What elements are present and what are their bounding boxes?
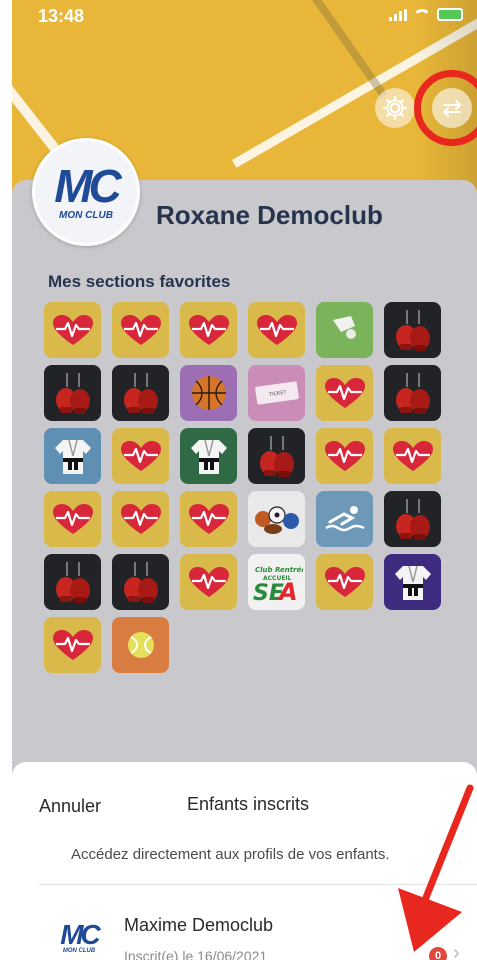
section-tile[interactable] bbox=[316, 554, 373, 610]
boxing-gloves-icon bbox=[257, 434, 297, 478]
section-tile[interactable] bbox=[316, 302, 373, 358]
boxing-gloves-icon bbox=[121, 371, 161, 415]
section-tile[interactable] bbox=[112, 302, 169, 358]
section-tile[interactable] bbox=[44, 554, 101, 610]
section-tile[interactable] bbox=[180, 428, 237, 484]
section-tile[interactable] bbox=[248, 491, 305, 547]
user-name: Roxane Democlub bbox=[156, 200, 383, 230]
child-registration-date: Inscrit(e) le 16/06/2021 bbox=[124, 948, 268, 960]
sports-balls-icon bbox=[251, 501, 303, 537]
section-tile[interactable]: Club Rentrée ACCUEIL SE A bbox=[248, 554, 305, 610]
status-time: 13:48 bbox=[38, 6, 85, 26]
child-logo-text: MON CLUB bbox=[62, 948, 96, 954]
status-bar: 13:48 bbox=[12, 0, 477, 30]
settings-button[interactable] bbox=[375, 88, 415, 128]
gear-icon bbox=[382, 95, 408, 121]
section-tile[interactable] bbox=[384, 554, 441, 610]
section-tile[interactable] bbox=[180, 491, 237, 547]
heart-icon bbox=[188, 503, 230, 535]
boxing-gloves-icon bbox=[393, 308, 433, 352]
favorites-title: Mes sections favorites bbox=[48, 272, 231, 291]
club-logo-text: MON CLUB bbox=[59, 209, 113, 221]
heart-icon bbox=[256, 314, 298, 346]
sheet-description: Accédez directement aux profils de vos e… bbox=[71, 846, 390, 863]
heart-icon bbox=[324, 377, 366, 409]
section-tile[interactable] bbox=[316, 365, 373, 421]
section-tile[interactable] bbox=[112, 428, 169, 484]
ticket-icon: TICKET bbox=[254, 381, 300, 405]
heart-icon bbox=[324, 440, 366, 472]
section-tile[interactable]: TICKET bbox=[248, 365, 305, 421]
tennis-ball-icon bbox=[125, 629, 157, 661]
cancel-button[interactable]: Annuler bbox=[39, 796, 101, 817]
section-tile[interactable] bbox=[384, 428, 441, 484]
section-tile[interactable] bbox=[112, 491, 169, 547]
heart-icon bbox=[120, 440, 162, 472]
favorites-grid: TICKET Club Rentrée ACCUEIL SE A bbox=[44, 302, 449, 673]
judo-gi-icon bbox=[393, 562, 433, 602]
status-icons bbox=[389, 8, 463, 21]
sheet-title: Enfants inscrits bbox=[187, 794, 310, 814]
section-tile[interactable] bbox=[384, 365, 441, 421]
heart-icon bbox=[188, 566, 230, 598]
app-screen: 13:48 MC MON CLUB Roxane Democlub Mes se… bbox=[0, 0, 477, 960]
boxing-gloves-icon bbox=[53, 371, 93, 415]
heart-icon bbox=[120, 314, 162, 346]
heart-icon bbox=[392, 440, 434, 472]
child-club-logo: MC MON CLUB bbox=[51, 919, 107, 960]
club-logo: MC MON CLUB bbox=[32, 138, 140, 246]
section-tile[interactable] bbox=[44, 428, 101, 484]
judo-gi-icon bbox=[189, 436, 229, 476]
boxing-gloves-icon bbox=[393, 371, 433, 415]
battery-icon bbox=[437, 8, 463, 21]
section-tile[interactable] bbox=[316, 491, 373, 547]
section-tile[interactable] bbox=[44, 302, 101, 358]
boxing-gloves-icon bbox=[393, 497, 433, 541]
pointer-arrow-annotation bbox=[398, 784, 474, 952]
section-tile[interactable] bbox=[248, 302, 305, 358]
boxing-gloves-icon bbox=[53, 560, 93, 604]
judo-gi-icon bbox=[53, 436, 93, 476]
heart-icon bbox=[52, 314, 94, 346]
boxing-gloves-icon bbox=[121, 560, 161, 604]
section-tile[interactable] bbox=[180, 365, 237, 421]
section-tile[interactable] bbox=[44, 617, 101, 673]
signal-icon bbox=[389, 8, 407, 21]
section-tile[interactable] bbox=[44, 491, 101, 547]
basketball-icon bbox=[190, 374, 228, 412]
section-tile[interactable] bbox=[112, 617, 169, 673]
svg-text:A: A bbox=[277, 578, 298, 604]
section-tile[interactable] bbox=[180, 554, 237, 610]
heart-icon bbox=[52, 629, 94, 661]
child-logo-mark: MC bbox=[60, 919, 101, 950]
heart-icon bbox=[120, 503, 162, 535]
section-tile[interactable] bbox=[112, 554, 169, 610]
child-name: Maxime Democlub bbox=[124, 915, 274, 935]
swimmer-icon bbox=[324, 502, 366, 536]
club-logo-mark: MC bbox=[54, 159, 122, 212]
wifi-icon bbox=[413, 8, 431, 21]
section-tile[interactable] bbox=[180, 302, 237, 358]
section-tile[interactable] bbox=[112, 365, 169, 421]
section-tile[interactable] bbox=[44, 365, 101, 421]
svg-text:Club Rentrée: Club Rentrée bbox=[255, 566, 303, 574]
section-tile[interactable] bbox=[384, 491, 441, 547]
section-tile[interactable] bbox=[384, 302, 441, 358]
accueil-logo-icon: Club Rentrée ACCUEIL SE A bbox=[251, 560, 303, 604]
badminton-icon bbox=[327, 312, 363, 348]
heart-icon bbox=[324, 566, 366, 598]
heart-icon bbox=[188, 314, 230, 346]
heart-icon bbox=[52, 503, 94, 535]
section-tile[interactable] bbox=[248, 428, 305, 484]
section-tile[interactable] bbox=[316, 428, 373, 484]
